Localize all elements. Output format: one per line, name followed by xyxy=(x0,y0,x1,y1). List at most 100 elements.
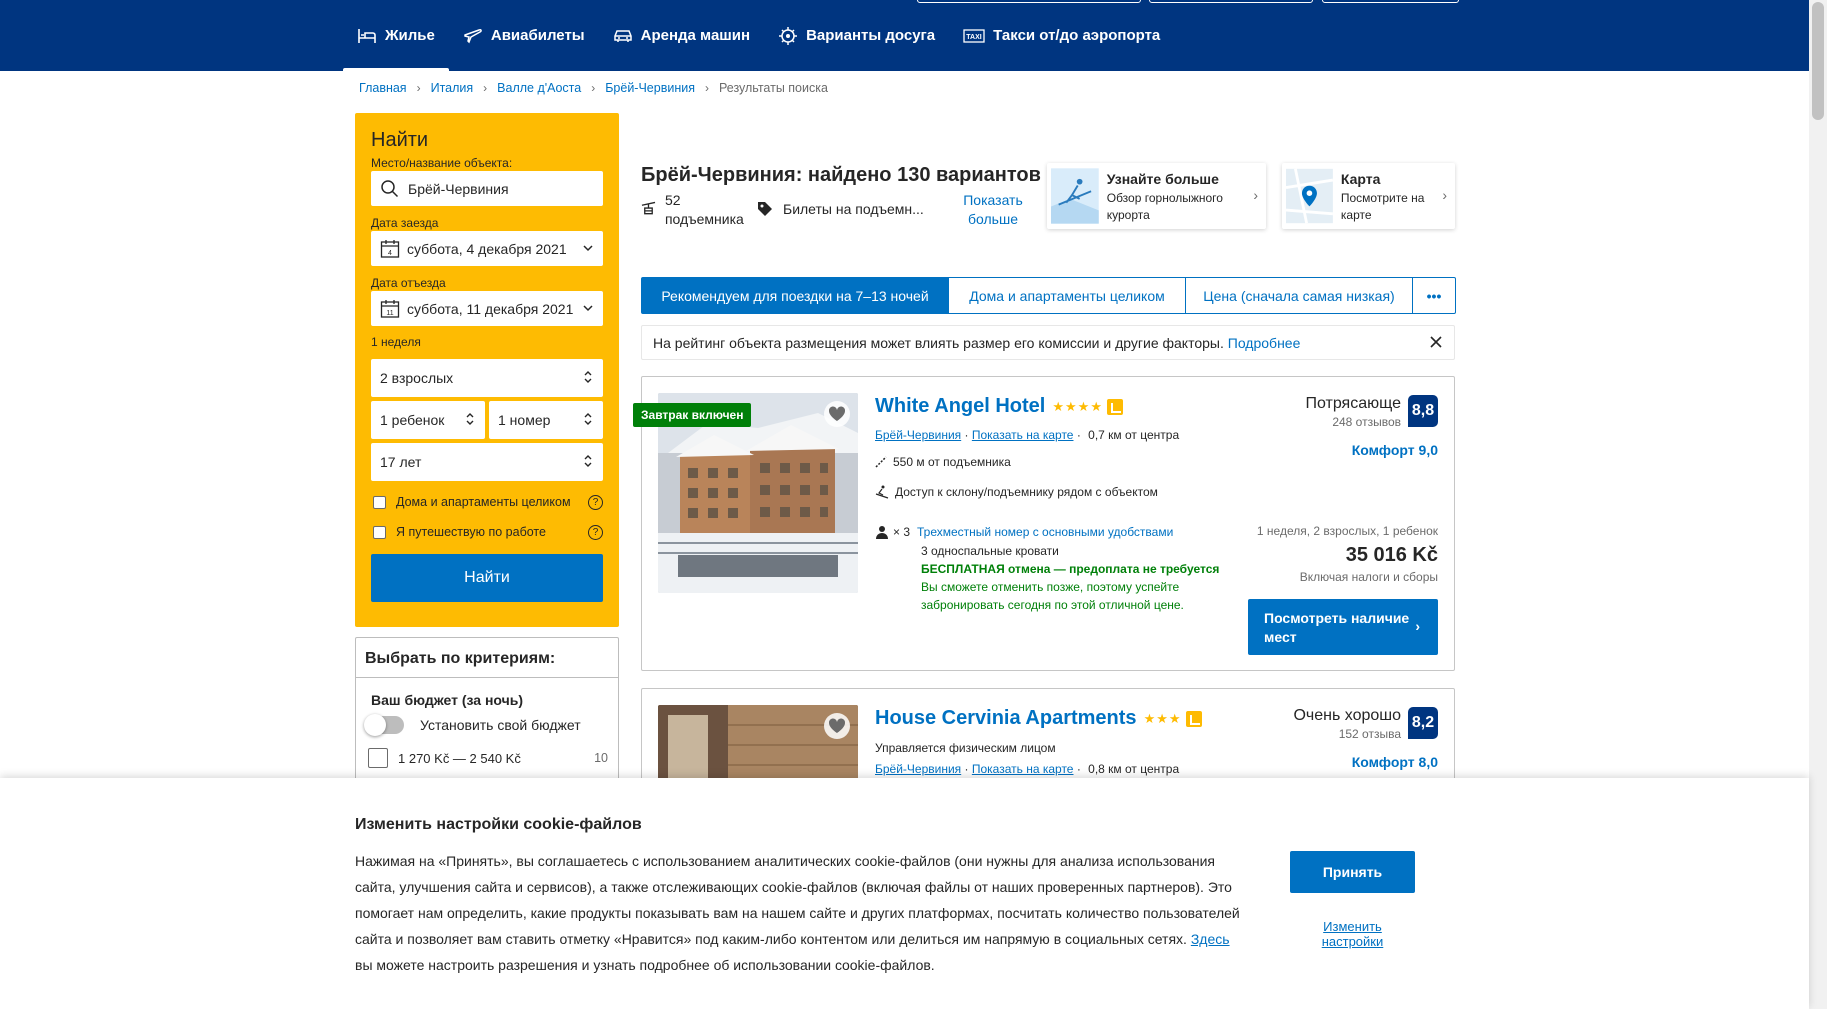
show-more-link[interactable]: Показать больше xyxy=(951,191,1035,229)
thumbs-up-icon xyxy=(1185,710,1202,727)
help-icon[interactable]: ? xyxy=(588,525,603,540)
show-on-map-link[interactable]: Показать на карте xyxy=(972,428,1074,442)
scrollbar-thumb[interactable] xyxy=(1812,2,1824,120)
comfort-score: Комфорт 9,0 xyxy=(1351,442,1438,458)
work-checkbox-label: Я путешествую по работе xyxy=(396,525,546,539)
free-cancellation: БЕСПЛАТНАЯ отмена — предоплата не требуе… xyxy=(921,562,1220,576)
stay-details: 1 неделя, 2 взрослых, 1 ребенок xyxy=(1256,524,1438,538)
sort-tab-homes[interactable]: Дома и апартаменты целиком xyxy=(949,278,1186,313)
nav-flights[interactable]: Авиабилеты xyxy=(449,0,599,71)
city-link[interactable]: Брёй-Червиния xyxy=(875,762,961,776)
review-score[interactable]: Очень хорошо 152 отзыва 8,2 xyxy=(1293,707,1438,741)
lift-tickets-text: Билеты на подъемн... xyxy=(783,201,924,217)
chevron-down-icon xyxy=(583,245,593,252)
price-block: 1 неделя, 2 взрослых, 1 ребенок 35 016 K… xyxy=(1257,524,1438,584)
chevron-right-icon: › xyxy=(1415,618,1420,634)
person-icon xyxy=(876,526,888,539)
nav-attractions[interactable]: Варианты досуга xyxy=(764,0,949,71)
bed-icon xyxy=(358,28,376,43)
breadcrumb-city[interactable]: Брёй-Червиния xyxy=(605,81,695,95)
svg-text:TAXI: TAXI xyxy=(966,34,981,41)
heart-icon[interactable] xyxy=(824,401,850,427)
checkin-day-number: 4 xyxy=(388,250,392,257)
budget-toggle[interactable] xyxy=(364,714,404,736)
ski-access-text: Доступ к склону/подъемнику рядом с объек… xyxy=(895,485,1158,499)
cookie-here-link[interactable]: Здесь xyxy=(1191,931,1230,947)
sort-tab-recommended[interactable]: Рекомендуем для поездки на 7–13 ночей xyxy=(642,278,949,313)
checkout-date-field[interactable]: 11 суббота, 11 декабря 2021 xyxy=(371,291,603,326)
city-link[interactable]: Брёй-Червиния xyxy=(875,428,961,442)
cookie-title: Изменить настройки cookie-файлов xyxy=(355,816,642,833)
map-card[interactable]: Карта Посмотрите на карте › xyxy=(1282,163,1455,229)
notice-link[interactable]: Подробнее xyxy=(1228,335,1301,351)
help-icon[interactable]: ? xyxy=(588,495,603,510)
breadcrumb-region[interactable]: Валле д'Аоста xyxy=(497,81,581,95)
lifts-fact: 52 подъемника xyxy=(641,191,757,229)
checkin-date-field[interactable]: 4 суббота, 4 декабря 2021 xyxy=(371,231,603,266)
nav-stays[interactable]: Жилье xyxy=(343,0,449,71)
breadcrumb-home[interactable]: Главная xyxy=(359,81,407,95)
work-checkbox[interactable] xyxy=(373,525,386,539)
breadcrumb-country[interactable]: Италия xyxy=(431,81,474,95)
map-thumbnail xyxy=(1286,168,1333,224)
change-settings-link[interactable]: Изменить настройки xyxy=(1310,919,1395,949)
select-arrows-icon xyxy=(584,455,592,467)
stay-duration: 1 неделя xyxy=(371,335,421,349)
taxi-icon: TAXI xyxy=(963,28,985,43)
toggle-knob xyxy=(364,714,386,736)
select-arrows-icon xyxy=(466,413,474,425)
children-value: 1 ребенок xyxy=(380,412,445,428)
review-score[interactable]: Потрясающе 248 отзывов 8,8 xyxy=(1305,395,1438,429)
see-availability-button[interactable]: Посмотреть наличие мест › xyxy=(1248,599,1438,655)
children-select[interactable]: 1 ребенок xyxy=(371,401,485,439)
homes-checkbox-row[interactable]: Дома и апартаменты целиком ? xyxy=(371,491,603,513)
star-rating: ★★★★ xyxy=(1052,398,1103,414)
lift-distance: 550 м от подъемника xyxy=(875,455,1011,469)
adults-value: 2 взрослых xyxy=(380,370,454,386)
close-icon[interactable] xyxy=(1429,335,1443,349)
destination-input[interactable]: Брёй-Червиния xyxy=(371,171,603,206)
ski-access: Доступ к склону/подъемнику рядом с объек… xyxy=(875,485,1158,499)
search-title: Найти xyxy=(371,129,429,151)
map-title: Карта xyxy=(1340,171,1381,187)
select-arrows-icon xyxy=(584,413,592,425)
taxes-note: Включая налоги и сборы xyxy=(1299,570,1438,584)
homes-checkbox[interactable] xyxy=(373,495,386,509)
tag-icon xyxy=(758,202,772,216)
cookie-text: Нажимая на «Принять», вы соглашаетесь с … xyxy=(355,848,1245,978)
rooms-select[interactable]: 1 номер xyxy=(489,401,603,439)
adults-select[interactable]: 2 взрослых xyxy=(371,359,603,397)
budget-title: Ваш бюджет (за ночь) xyxy=(371,692,524,708)
nav-car-rental[interactable]: Аренда машин xyxy=(599,0,764,71)
bed-info: 3 односпальные кровати xyxy=(921,544,1059,558)
child-age-select[interactable]: 17 лет xyxy=(371,443,603,481)
skier-thumbnail xyxy=(1051,168,1099,224)
chevron-right-icon: › xyxy=(591,81,596,95)
property-name-link[interactable]: White Angel Hotel xyxy=(875,395,1045,418)
skier-icon xyxy=(875,485,889,499)
property-name-link[interactable]: House Cervinia Apartments xyxy=(875,707,1137,730)
checkin-label: Дата заезда xyxy=(371,216,439,230)
budget-checkbox[interactable] xyxy=(368,748,388,768)
budget-toggle-row[interactable]: Установить свой бюджет xyxy=(356,708,618,736)
search-button[interactable]: Найти xyxy=(371,554,603,602)
distance-from-center: 0,7 км от центра xyxy=(1088,428,1180,442)
score-word: Очень хорошо xyxy=(1293,707,1401,724)
chevron-right-icon: › xyxy=(704,81,709,95)
heart-icon[interactable] xyxy=(824,713,850,739)
ski-info-card[interactable]: Узнайте больше Обзор горнолыжного курорт… xyxy=(1047,163,1266,229)
ranking-notice: На рейтинг объекта размещения может влия… xyxy=(641,325,1455,360)
work-checkbox-row[interactable]: Я путешествую по работе ? xyxy=(371,521,603,543)
page-scrollbar[interactable] xyxy=(1809,0,1827,1009)
budget-option[interactable]: 1 270 Kč — 2 540 Kč 10 xyxy=(356,734,618,768)
nav-flights-label: Авиабилеты xyxy=(490,27,585,44)
sort-tab-price[interactable]: Цена (сначала самая низкая) xyxy=(1186,278,1413,313)
chevron-right-icon: › xyxy=(1253,187,1258,203)
header-button-stub[interactable] xyxy=(1322,0,1459,3)
show-on-map-link[interactable]: Показать на карте xyxy=(972,762,1074,776)
sort-tab-more[interactable]: ••• xyxy=(1413,278,1455,313)
accept-cookies-button[interactable]: Принять xyxy=(1290,851,1415,893)
room-name-link[interactable]: Трехместный номер с основными удобствами xyxy=(917,525,1173,539)
nav-airport-taxi[interactable]: TAXI Такси от/до аэропорта xyxy=(949,0,1174,71)
plane-icon xyxy=(464,28,482,43)
